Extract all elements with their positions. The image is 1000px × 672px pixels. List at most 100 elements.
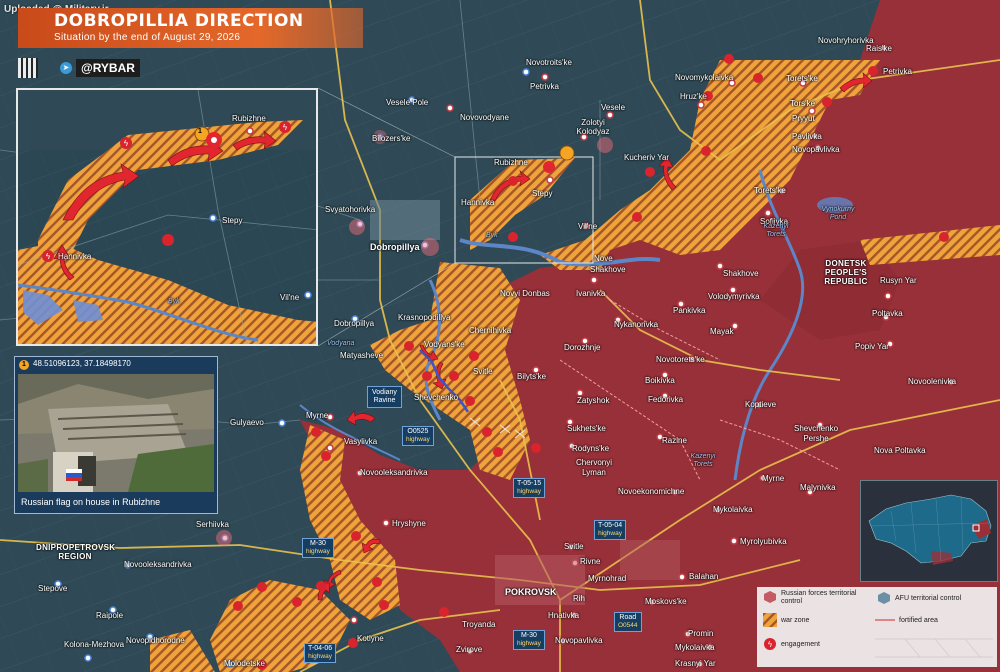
label-dobropillya-village: Dobropillya	[334, 319, 375, 328]
label-rodynske: Rodyns'ke	[572, 444, 610, 453]
label-torske: Tors'ke	[790, 99, 816, 108]
label-hannivka: Hannivka	[461, 198, 495, 207]
photo-panel: 1 48.51096123, 37.18498170 Russian flag o…	[14, 356, 218, 514]
vodiany-ravine-box: Vodiany Ravine	[367, 386, 402, 408]
inset-label-rubizhne: Rubizhne	[232, 114, 266, 123]
label-novopavlivka-north: Novopavlivka	[792, 145, 840, 154]
label-water-byk: Byk	[486, 232, 498, 239]
title-banner: DOBROPILLIA DIRECTION Situation by the e…	[18, 8, 363, 48]
label-kucheriv-yar: Kucheriv Yar	[624, 153, 670, 162]
label-krasnopodillya: Krasnopodillya	[398, 313, 451, 322]
minimap-svg	[868, 494, 992, 565]
label-novopidhorodne: Novopidhorodne	[126, 636, 185, 645]
label-dorozhnje: Dorozhnje	[564, 343, 601, 352]
label-region-dpr: DONETSK PEOPLE'S REPUBLIC	[824, 259, 868, 286]
label-rusyn-yar: Rusyn Yar	[880, 276, 917, 285]
label-novoolenivka: Novoolenivka	[908, 377, 957, 386]
label-zatyshok: Zatyshok	[577, 396, 610, 405]
legend-fortified: fortified area	[899, 617, 938, 624]
photo-coords: 1 48.51096123, 37.18498170	[19, 359, 131, 370]
label-stepy: Stepy	[532, 189, 553, 198]
label-stepove: Stepove	[38, 584, 68, 593]
russian-control-swatch	[764, 591, 776, 603]
label-vesele: Vesele	[601, 103, 626, 112]
label-pavlivka: Pavlivka	[792, 132, 822, 141]
map-legend: Russian forces territorial control AFU t…	[757, 587, 997, 667]
legend-war-zone: war zone	[781, 617, 810, 624]
inset-label-byk: Byk	[168, 298, 180, 305]
battle-map: Uploaded @ Military.ir DOBROPILLIA DIREC…	[0, 0, 1000, 672]
label-rubizhne: Rubizhne	[494, 158, 528, 167]
legend-russian: Russian forces territorial control	[781, 590, 857, 605]
label-novovodyane: Novovodyane	[460, 113, 509, 122]
label-bilozerske: Bilozers'ke	[372, 134, 411, 143]
label-svitle-north: Svitle	[473, 367, 493, 376]
highway-t0406: T-04-06 highway	[304, 643, 337, 663]
label-vasylivka: Vasylivka	[344, 437, 378, 446]
label-shakhove-2: Shakhove	[723, 269, 759, 278]
label-water-vodyana: Vodyana	[327, 340, 355, 347]
label-bilytske: Bilyts'ke	[517, 372, 547, 381]
label-svyatohorivka: Svyatohorivka	[325, 205, 376, 214]
photo-caption: Russian flag on house in Rubizhne	[21, 497, 161, 507]
label-rih: Rih	[573, 594, 586, 603]
label-novoekonomichne: Novoekonomichne	[618, 487, 685, 496]
legend-decoration	[875, 638, 993, 658]
inset-label-vilne: Vil'ne	[280, 293, 300, 302]
highway-o0525: O0525 highway	[402, 426, 434, 446]
label-mykolaivka-south: Mykolaivka	[675, 643, 715, 652]
rubizhne-house-photo	[18, 374, 214, 492]
engagement-icon: ϟ	[764, 638, 776, 650]
label-novopavlivka-south: Novopavlivka	[555, 636, 603, 645]
label-boikivka: Boikivka	[645, 376, 675, 385]
label-fedorivka: Fedorivka	[648, 395, 684, 404]
label-novooleksandrivka-west: Novooleksandrivka	[124, 560, 192, 569]
label-matyasheve: Matyasheve	[340, 351, 384, 360]
label-vilne: Vil'ne	[578, 222, 598, 231]
label-dobropillya-city: Dobropillya	[370, 242, 420, 252]
label-raipole: Raipole	[96, 611, 124, 620]
label-balahan: Balahan	[689, 572, 719, 581]
label-pankivka: Pankivka	[673, 306, 706, 315]
highway-t0515: T-05-15 highway	[513, 478, 546, 498]
war-zone-swatch	[763, 613, 777, 627]
label-kolona-mezhova: Kolona-Mezhova	[64, 640, 125, 649]
label-chervonyi-lyman: Chervonyi Lyman	[575, 458, 612, 477]
inset-label-stepy: Stepy	[222, 216, 243, 225]
label-krasnyi-yar: Krasnyi Yar	[675, 659, 716, 668]
label-volodymyrivka: Volodymyrivka	[708, 292, 760, 301]
label-petrivka-2: Petrivka	[883, 67, 912, 76]
label-myrolyubivka: Myrolyubivka	[740, 537, 787, 546]
label-ivanivka: Ivanivka	[576, 289, 606, 298]
label-novyi-donbas: Novyi Donbas	[500, 289, 550, 298]
map-title: DOBROPILLIA DIRECTION	[54, 11, 304, 31]
fortified-swatch	[875, 619, 895, 621]
label-kotlyne: Kotlyne	[357, 634, 384, 643]
label-nova-poltavka: Nova Poltavka	[874, 446, 926, 455]
label-myrnohrad: Myrnohrad	[588, 574, 627, 583]
label-pryyut: Pryyut	[792, 114, 815, 123]
photo-marker: 1	[19, 360, 29, 370]
label-raiske: Rais'ke	[866, 44, 892, 53]
label-myrne-west: Myrne	[306, 411, 329, 420]
label-razine: Razine	[662, 436, 687, 445]
inset-map-svg: ϟϟϟ	[18, 90, 316, 344]
label-gulyaevo: Gulyaevo	[230, 418, 264, 427]
inset-label-hannivka: Hannivka	[58, 252, 92, 261]
rubizhne-inset-map: ϟϟϟ Rubizhne Stepy Hannivka Vil'ne Byk 1	[16, 88, 318, 346]
label-malynivka: Malynivka	[800, 483, 836, 492]
label-zvirove: Zvirove	[456, 645, 483, 654]
brand-bar: ➤ @RYBAR	[18, 58, 140, 78]
label-hnativka: Hnativka	[548, 611, 580, 620]
label-toretske-1: Torets'ke	[786, 74, 818, 83]
label-novooleksandrivka-east: Novooleksandrivka	[360, 468, 428, 477]
label-nykanorivka: Nykanorivka	[614, 320, 659, 329]
label-popiv-yar: Popiv Yar	[855, 342, 889, 351]
label-water-kazenyi-torets-2: Kazenyi Torets	[690, 453, 716, 468]
label-toretske-2: Torets'ke	[754, 186, 786, 195]
highway-m30-north: M-30 highway	[302, 538, 334, 558]
label-poltavka: Poltavka	[872, 309, 903, 318]
map-subtitle: Situation by the end of August 29, 2026	[54, 32, 241, 43]
label-novotoretske: Novotorets'ke	[656, 355, 705, 364]
label-pokrovsk: POKROVSK	[505, 587, 557, 597]
